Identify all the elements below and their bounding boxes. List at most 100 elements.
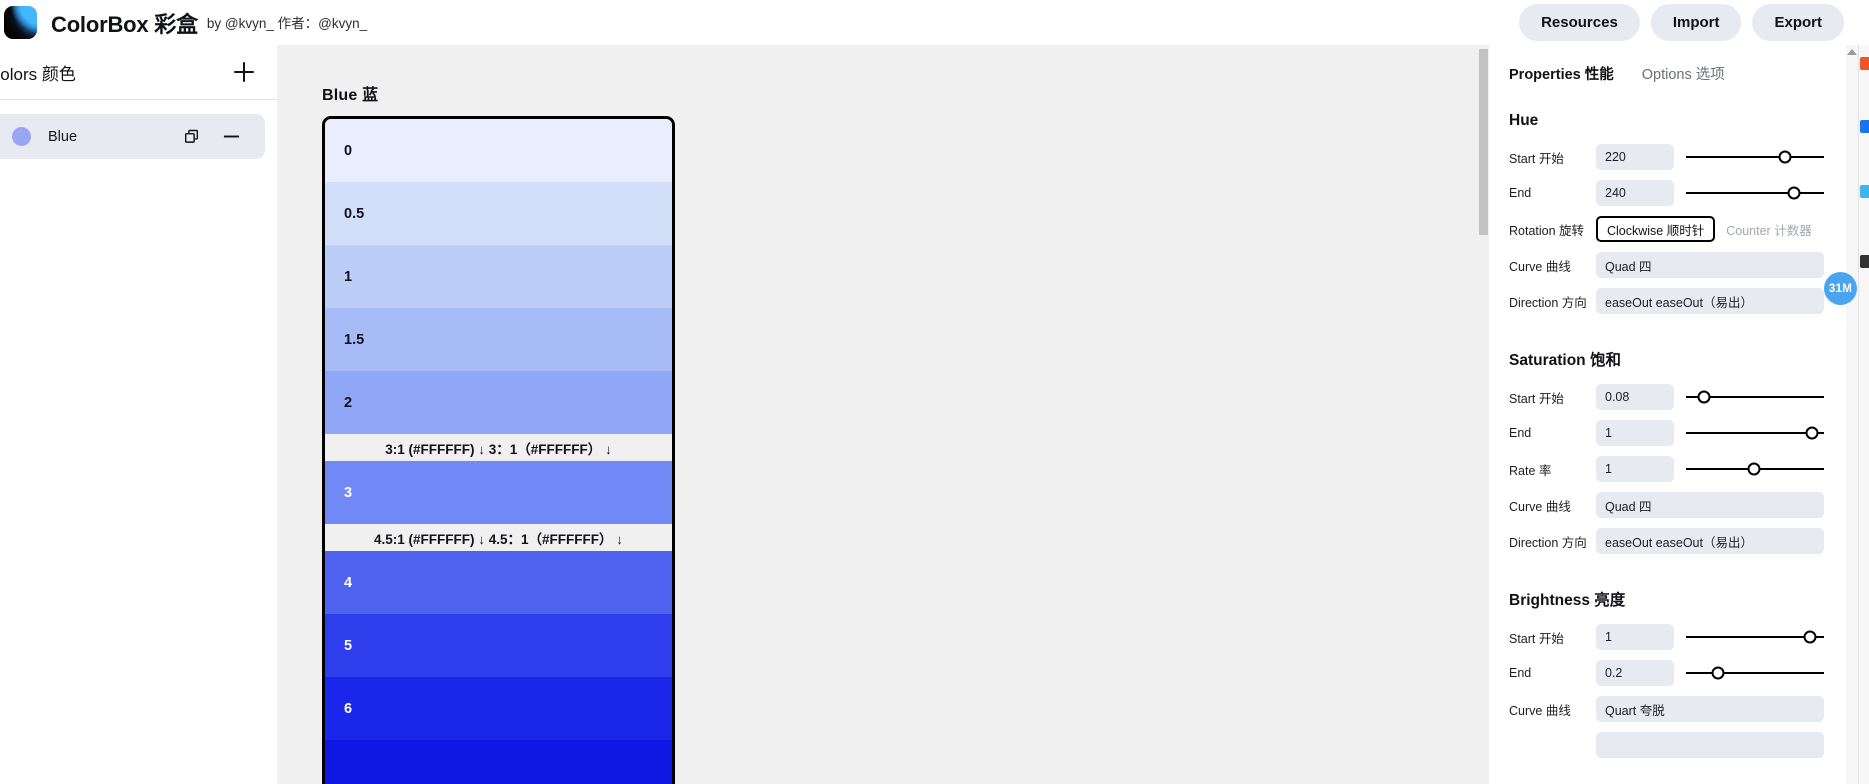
property-value-input[interactable]: 0.2 <box>1596 660 1674 686</box>
property-select[interactable] <box>1596 732 1824 758</box>
property-label: Curve 曲线 <box>1509 259 1571 274</box>
property-select[interactable]: easeOut easeOut（易出） <box>1596 528 1824 554</box>
browser-extension-strip <box>1858 45 1869 784</box>
property-label: Start 开始 <box>1509 391 1564 406</box>
slider-knob[interactable] <box>1803 630 1817 644</box>
slider-track <box>1686 192 1824 194</box>
property-select[interactable]: easeOut easeOut（易出） <box>1596 288 1824 314</box>
extension-icon-1[interactable] <box>1860 57 1869 70</box>
canvas-scrollbar[interactable] <box>1478 45 1489 784</box>
extension-icon-4[interactable] <box>1860 255 1869 268</box>
ramp-title: Blue 蓝 <box>322 87 379 104</box>
extension-icon-3[interactable] <box>1860 185 1869 198</box>
property-slider[interactable] <box>1686 384 1824 410</box>
property-slider[interactable] <box>1686 420 1824 446</box>
slider-track <box>1686 432 1824 434</box>
section-title: Saturation 饱和 <box>1509 352 1621 369</box>
property-slider[interactable] <box>1686 660 1824 686</box>
canvas-area: Blue 蓝 0 0.5 1 1.5 2 3:1 (#FFFFFF) ↓ 3：1（#FFF… <box>277 45 1489 784</box>
slider-knob[interactable] <box>1805 426 1819 440</box>
color-item-label: Blue <box>48 128 78 145</box>
property-value-input[interactable]: 220 <box>1596 144 1674 170</box>
ramp-step[interactable]: 0.5 <box>325 182 672 245</box>
slider-track <box>1686 672 1824 674</box>
property-label: Direction 方向 <box>1509 295 1587 310</box>
property-slider[interactable] <box>1686 144 1824 170</box>
property-label: Curve 曲线 <box>1509 703 1571 718</box>
property-row: Direction 方向 easeOut easeOut（易出） <box>1509 526 1824 556</box>
property-value-input[interactable]: 1 <box>1596 420 1674 446</box>
color-ramp[interactable]: 0 0.5 1 1.5 2 3:1 (#FFFFFF) ↓ 3：1（#FFFFFF） ↓ 3… <box>322 116 675 784</box>
slider-knob[interactable] <box>1711 666 1725 680</box>
property-row: Curve 曲线 Quart 夸脱 <box>1509 694 1824 724</box>
app-header: ColorBox 彩盒 by @kvyn_ 作者：@kvyn_ Resource… <box>0 0 1869 45</box>
property-value-input[interactable]: 1 <box>1596 456 1674 482</box>
ramp-step[interactable]: 2 <box>325 371 672 434</box>
tab-options[interactable]: Options 选项 <box>1642 63 1725 84</box>
color-ramp-container: Blue 蓝 0 0.5 1 1.5 2 3:1 (#FFFFFF) ↓ 3：1（#FFF… <box>322 81 675 784</box>
property-select[interactable]: Quart 夸脱 <box>1596 696 1824 722</box>
ramp-step[interactable]: 6 <box>325 677 672 740</box>
property-section: Saturation 饱和 Start 开始 0.08 End 1 Rate 率 1 Curv… <box>1489 348 1846 556</box>
segment-option[interactable]: Counter 计数器 <box>1715 216 1822 242</box>
property-label: Rate 率 <box>1509 463 1552 478</box>
slider-knob[interactable] <box>1787 186 1801 200</box>
property-value-input[interactable]: 240 <box>1596 180 1674 206</box>
property-select[interactable]: Quad 四 <box>1596 252 1824 278</box>
scroll-up-arrow-icon[interactable] <box>1847 49 1857 55</box>
colorbox-logo-icon <box>4 6 37 39</box>
contrast-ratio-marker: 3:1 (#FFFFFF) ↓ 3：1（#FFFFFF） ↓ <box>325 434 672 461</box>
property-select[interactable]: Quad 四 <box>1596 492 1824 518</box>
properties-panel: Properties 性能 Options 选项 Hue Start 开始 220 E… <box>1489 45 1846 784</box>
ramp-step[interactable]: 0 <box>325 119 672 182</box>
property-label: Start 开始 <box>1509 631 1564 646</box>
ramp-step[interactable]: 3 <box>325 461 672 524</box>
import-button[interactable]: Import <box>1650 4 1742 41</box>
tab-properties[interactable]: Properties 性能 <box>1509 63 1614 84</box>
sidebar-title: Colors 颜色 <box>0 64 76 84</box>
slider-knob[interactable] <box>1697 390 1711 404</box>
segment-option[interactable]: Clockwise 顺时针 <box>1596 216 1716 242</box>
property-label: End <box>1509 426 1532 440</box>
section-title: Hue <box>1509 112 1539 129</box>
property-row: End 1 <box>1509 418 1824 448</box>
ramp-step[interactable]: 4 <box>325 551 672 614</box>
ramp-step[interactable]: 1 <box>325 245 672 308</box>
property-slider[interactable] <box>1686 456 1824 482</box>
panel-tabs: Properties 性能 Options 选项 <box>1489 45 1846 84</box>
property-slider[interactable] <box>1686 180 1824 206</box>
property-section: Brightness 亮度 Start 开始 1 End 0.2 Curve 曲线 Quar… <box>1489 588 1846 760</box>
copy-icon[interactable] <box>179 125 203 149</box>
segmented-control: Clockwise 顺时针 Counter 计数器 <box>1596 216 1824 242</box>
minus-icon[interactable] <box>219 125 243 149</box>
panel-sections: Hue Start 开始 220 End 240 Rotation 旋转 Clockwise… <box>1489 112 1846 760</box>
property-row <box>1509 730 1824 760</box>
ramp-step[interactable]: 5 <box>325 614 672 677</box>
resources-button[interactable]: Resources <box>1519 4 1640 41</box>
color-swatch-icon <box>12 127 31 146</box>
property-row: Start 开始 0.08 <box>1509 382 1824 412</box>
extension-icon-2[interactable] <box>1860 120 1869 133</box>
colors-sidebar: Colors 颜色 Blue <box>0 45 277 784</box>
property-slider[interactable] <box>1686 624 1824 650</box>
slider-knob[interactable] <box>1778 150 1792 164</box>
add-color-button[interactable] <box>231 59 257 85</box>
list-item-blue[interactable]: Blue <box>0 114 265 159</box>
property-row: Curve 曲线 Quad 四 <box>1509 250 1824 280</box>
slider-knob[interactable] <box>1747 462 1761 476</box>
ramp-step[interactable] <box>325 740 672 784</box>
property-value-input[interactable]: 1 <box>1596 624 1674 650</box>
status-badge[interactable]: 31M <box>1824 272 1857 305</box>
export-button[interactable]: Export <box>1752 4 1844 41</box>
property-row: End 0.2 <box>1509 658 1824 688</box>
property-row: Start 开始 220 <box>1509 142 1824 172</box>
property-value-input[interactable]: 0.08 <box>1596 384 1674 410</box>
slider-track <box>1686 156 1824 158</box>
panel-scrollbar[interactable] <box>1846 45 1858 784</box>
ramp-step[interactable]: 1.5 <box>325 308 672 371</box>
canvas-scrollbar-thumb[interactable] <box>1479 49 1488 235</box>
property-row: End 240 <box>1509 178 1824 208</box>
property-label: End <box>1509 186 1532 200</box>
app-title: ColorBox 彩盒 <box>51 11 198 37</box>
sidebar-header: Colors 颜色 <box>0 45 277 100</box>
